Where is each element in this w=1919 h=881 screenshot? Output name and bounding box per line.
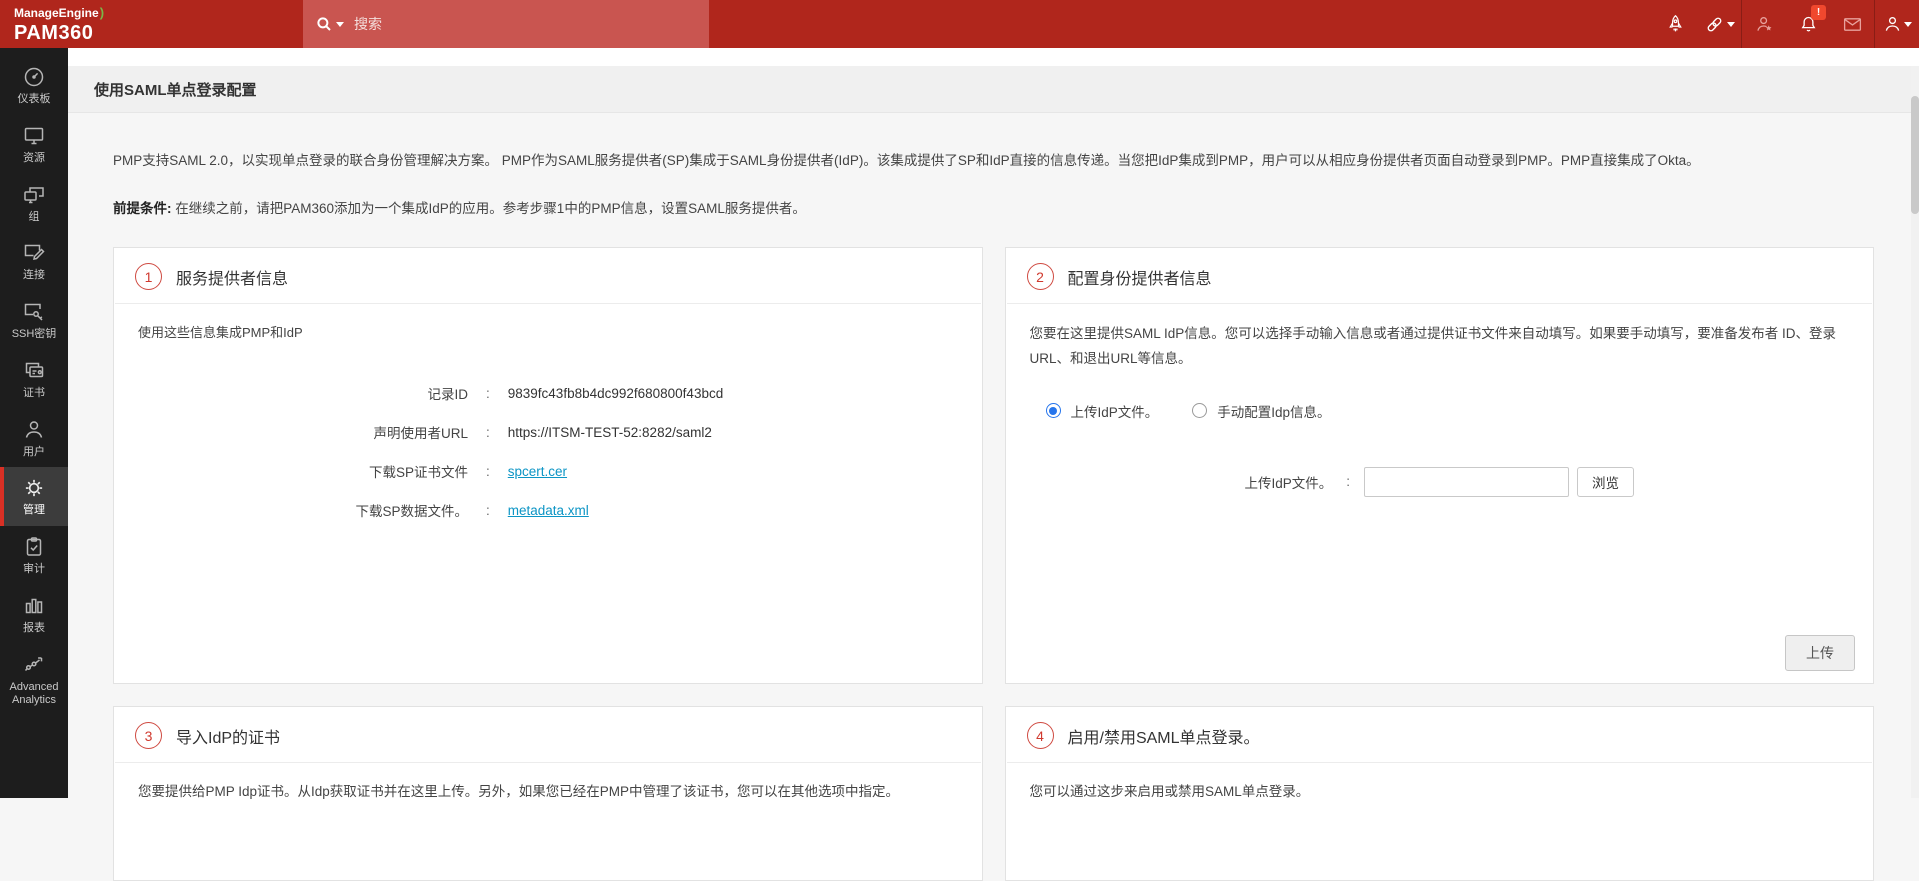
account-menu-caret-icon (1904, 21, 1912, 27)
account-menu-button[interactable] (1875, 0, 1919, 48)
sp-cert-download-link[interactable]: spcert.cer (508, 464, 567, 479)
upload-button[interactable]: 上传 (1785, 635, 1855, 672)
sidebar-item-dashboard[interactable]: 仪表板 (0, 56, 68, 115)
product-name: PAM360 (14, 22, 94, 44)
sidebar-item-ssh-keys[interactable]: SSH密钥 (0, 291, 68, 350)
notifications-button[interactable]: ! (1786, 0, 1830, 48)
section4-title: 启用/禁用SAML单点登录。 (1067, 729, 1260, 747)
step-number-badge: 1 (135, 263, 162, 291)
acs-url-value: https://ITSM-TEST-52:8282/saml2 (507, 424, 712, 440)
gauge-icon (22, 64, 46, 90)
section1-header: 1 服务提供者信息 (115, 248, 981, 305)
clipboard-check-icon (22, 534, 46, 560)
global-search-bar[interactable] (303, 0, 709, 48)
link-menu-caret-icon (1726, 21, 1735, 27)
step-number-badge: 2 (1026, 263, 1054, 291)
monitor-edit-icon (22, 240, 46, 266)
page-title: 使用SAML单点登录配置 (94, 81, 257, 99)
section3-title: 导入IdP的证书 (176, 729, 281, 747)
sidebar-item-groups[interactable]: 组 (0, 174, 68, 233)
sidebar-item-certificates[interactable]: 证书 (0, 350, 68, 409)
intro-paragraph: PMP支持SAML 2.0，以实现单点登录的联合身份管理解决方案。 PMP作为S… (113, 153, 1700, 168)
link-icon (1707, 17, 1721, 31)
analytics-icon (22, 652, 46, 678)
entity-id-value: 9839fc43fb8b4dc992f680800f43bcd (507, 385, 724, 401)
main-content: 使用SAML单点登录配置 PMP支持SAML 2.0，以实现单点登录的联合身份管… (68, 48, 1919, 881)
rocket-icon (1668, 14, 1682, 31)
section-import-idp-cert-card: 3 导入IdP的证书 您要提供给PMP Idp证书。从Idp获取证书并在这里上传… (113, 706, 983, 881)
integrations-menu-button[interactable] (1697, 0, 1741, 48)
prerequisite-paragraph: 前提条件: 在继续之前，请把PAM360添加为一个集成IdP的应用。参考步骤1中… (113, 197, 1874, 217)
section4-description: 您可以通过这步来启用或禁用SAML单点登录。 (1029, 784, 1310, 800)
user-icon (22, 417, 46, 443)
whats-new-button[interactable] (1653, 0, 1697, 48)
sp-metadata-download-link[interactable]: metadata.xml (508, 503, 589, 518)
info-row-acs-url: 声明使用者URL : https://ITSM-TEST-52:8282/sam… (373, 424, 712, 442)
search-scope-caret-icon[interactable] (336, 21, 344, 27)
certificate-icon (22, 358, 46, 384)
info-row-sp-metadata: 下载SP数据文件。 : metadata.xml (355, 502, 589, 520)
idp-file-path-input[interactable] (1364, 466, 1570, 497)
monitor-icon (22, 123, 46, 149)
user-icon (1885, 16, 1900, 31)
section1-subtitle: 使用这些信息集成PMP和IdP (138, 325, 303, 341)
manual-idp-config-radio[interactable] (1192, 403, 1208, 419)
sidebar-item-audit[interactable]: 审计 (0, 526, 68, 585)
brand-swoosh: ) (99, 5, 105, 20)
upload-idp-file-radio-label[interactable]: 上传IdP文件。 (1071, 401, 1159, 421)
gear-icon (21, 475, 47, 501)
prerequisite-text: 在继续之前，请把PAM360添加为一个集成IdP的应用。参考步骤1中的PMP信息… (175, 201, 806, 217)
sidebar-item-users[interactable]: 用户 (0, 409, 68, 468)
info-row-entity-id: 记录ID : 9839fc43fb8b4dc992f680800f43bcd (427, 385, 724, 403)
top-header: ManageEngine) PAM360 搜索 ! (0, 0, 1919, 48)
monitor-group-icon (22, 182, 46, 208)
section2-description: 您要在这里提供SAML IdP信息。您可以选择手动输入信息或者通过提供证书文件来… (1029, 326, 1837, 366)
section-identity-provider-card: 2 配置身份提供者信息 您要在这里提供SAML IdP信息。您可以选择手动输入信… (1004, 247, 1874, 685)
bar-chart-icon (22, 593, 46, 619)
section4-header: 4 启用/禁用SAML单点登录。 (1006, 707, 1872, 764)
search-icon[interactable] (315, 15, 344, 33)
step-number-badge: 4 (1026, 722, 1054, 750)
mail-icon (1843, 17, 1861, 31)
section-service-provider-card: 1 服务提供者信息 使用这些信息集成PMP和IdP 记录ID : 9839fc4… (113, 247, 983, 685)
step-number-badge: 3 (135, 722, 162, 750)
header-gap (68, 48, 1919, 66)
section3-description: 您要提供给PMP Idp证书。从Idp获取证书并在这里上传。另外，如果您已经在P… (138, 784, 900, 800)
sidebar-item-resources[interactable]: 资源 (0, 115, 68, 174)
scrollbar-thumb[interactable] (1911, 96, 1919, 214)
search-input[interactable] (354, 16, 634, 32)
section-enable-disable-saml-card: 4 启用/禁用SAML单点登录。 您可以通过这步来启用或禁用SAML单点登录。 (1004, 706, 1874, 881)
vertical-scrollbar[interactable] (1911, 66, 1919, 798)
section3-header: 3 导入IdP的证书 (115, 707, 981, 764)
brand-name: ManageEngine (14, 6, 99, 20)
prerequisite-label: 前提条件: (113, 201, 172, 217)
section1-title: 服务提供者信息 (176, 270, 289, 288)
upload-idp-file-radio[interactable] (1045, 403, 1061, 419)
section2-title: 配置身份提供者信息 (1067, 270, 1212, 288)
sidebar-item-reports[interactable]: 报表 (0, 585, 68, 644)
browse-button[interactable]: 浏览 (1577, 466, 1635, 497)
upload-idp-file-field-label: 上传IdP文件。 (1244, 475, 1333, 491)
featured-user-button[interactable] (1742, 0, 1786, 48)
app-logo[interactable]: ManageEngine) PAM360 (0, 5, 303, 43)
left-sidebar: 仪表板 资源 组 连接 SSH密钥 证书 用户 管理 审计 报表 Advance… (0, 48, 68, 798)
page-title-bar: 使用SAML单点登录配置 (68, 66, 1919, 113)
section2-header: 2 配置身份提供者信息 (1006, 248, 1872, 305)
monitor-key-icon (22, 299, 46, 325)
messages-button[interactable] (1830, 0, 1874, 48)
info-row-sp-cert: 下载SP证书文件 : spcert.cer (368, 463, 568, 481)
user-star-icon (1756, 16, 1771, 31)
sidebar-item-connections[interactable]: 连接 (0, 232, 68, 291)
sidebar-item-admin[interactable]: 管理 (0, 467, 68, 526)
manual-idp-config-radio-label[interactable]: 手动配置Idp信息。 (1217, 401, 1330, 421)
notification-badge: ! (1811, 5, 1826, 20)
sidebar-item-advanced-analytics[interactable]: Advanced Analytics (0, 644, 68, 717)
